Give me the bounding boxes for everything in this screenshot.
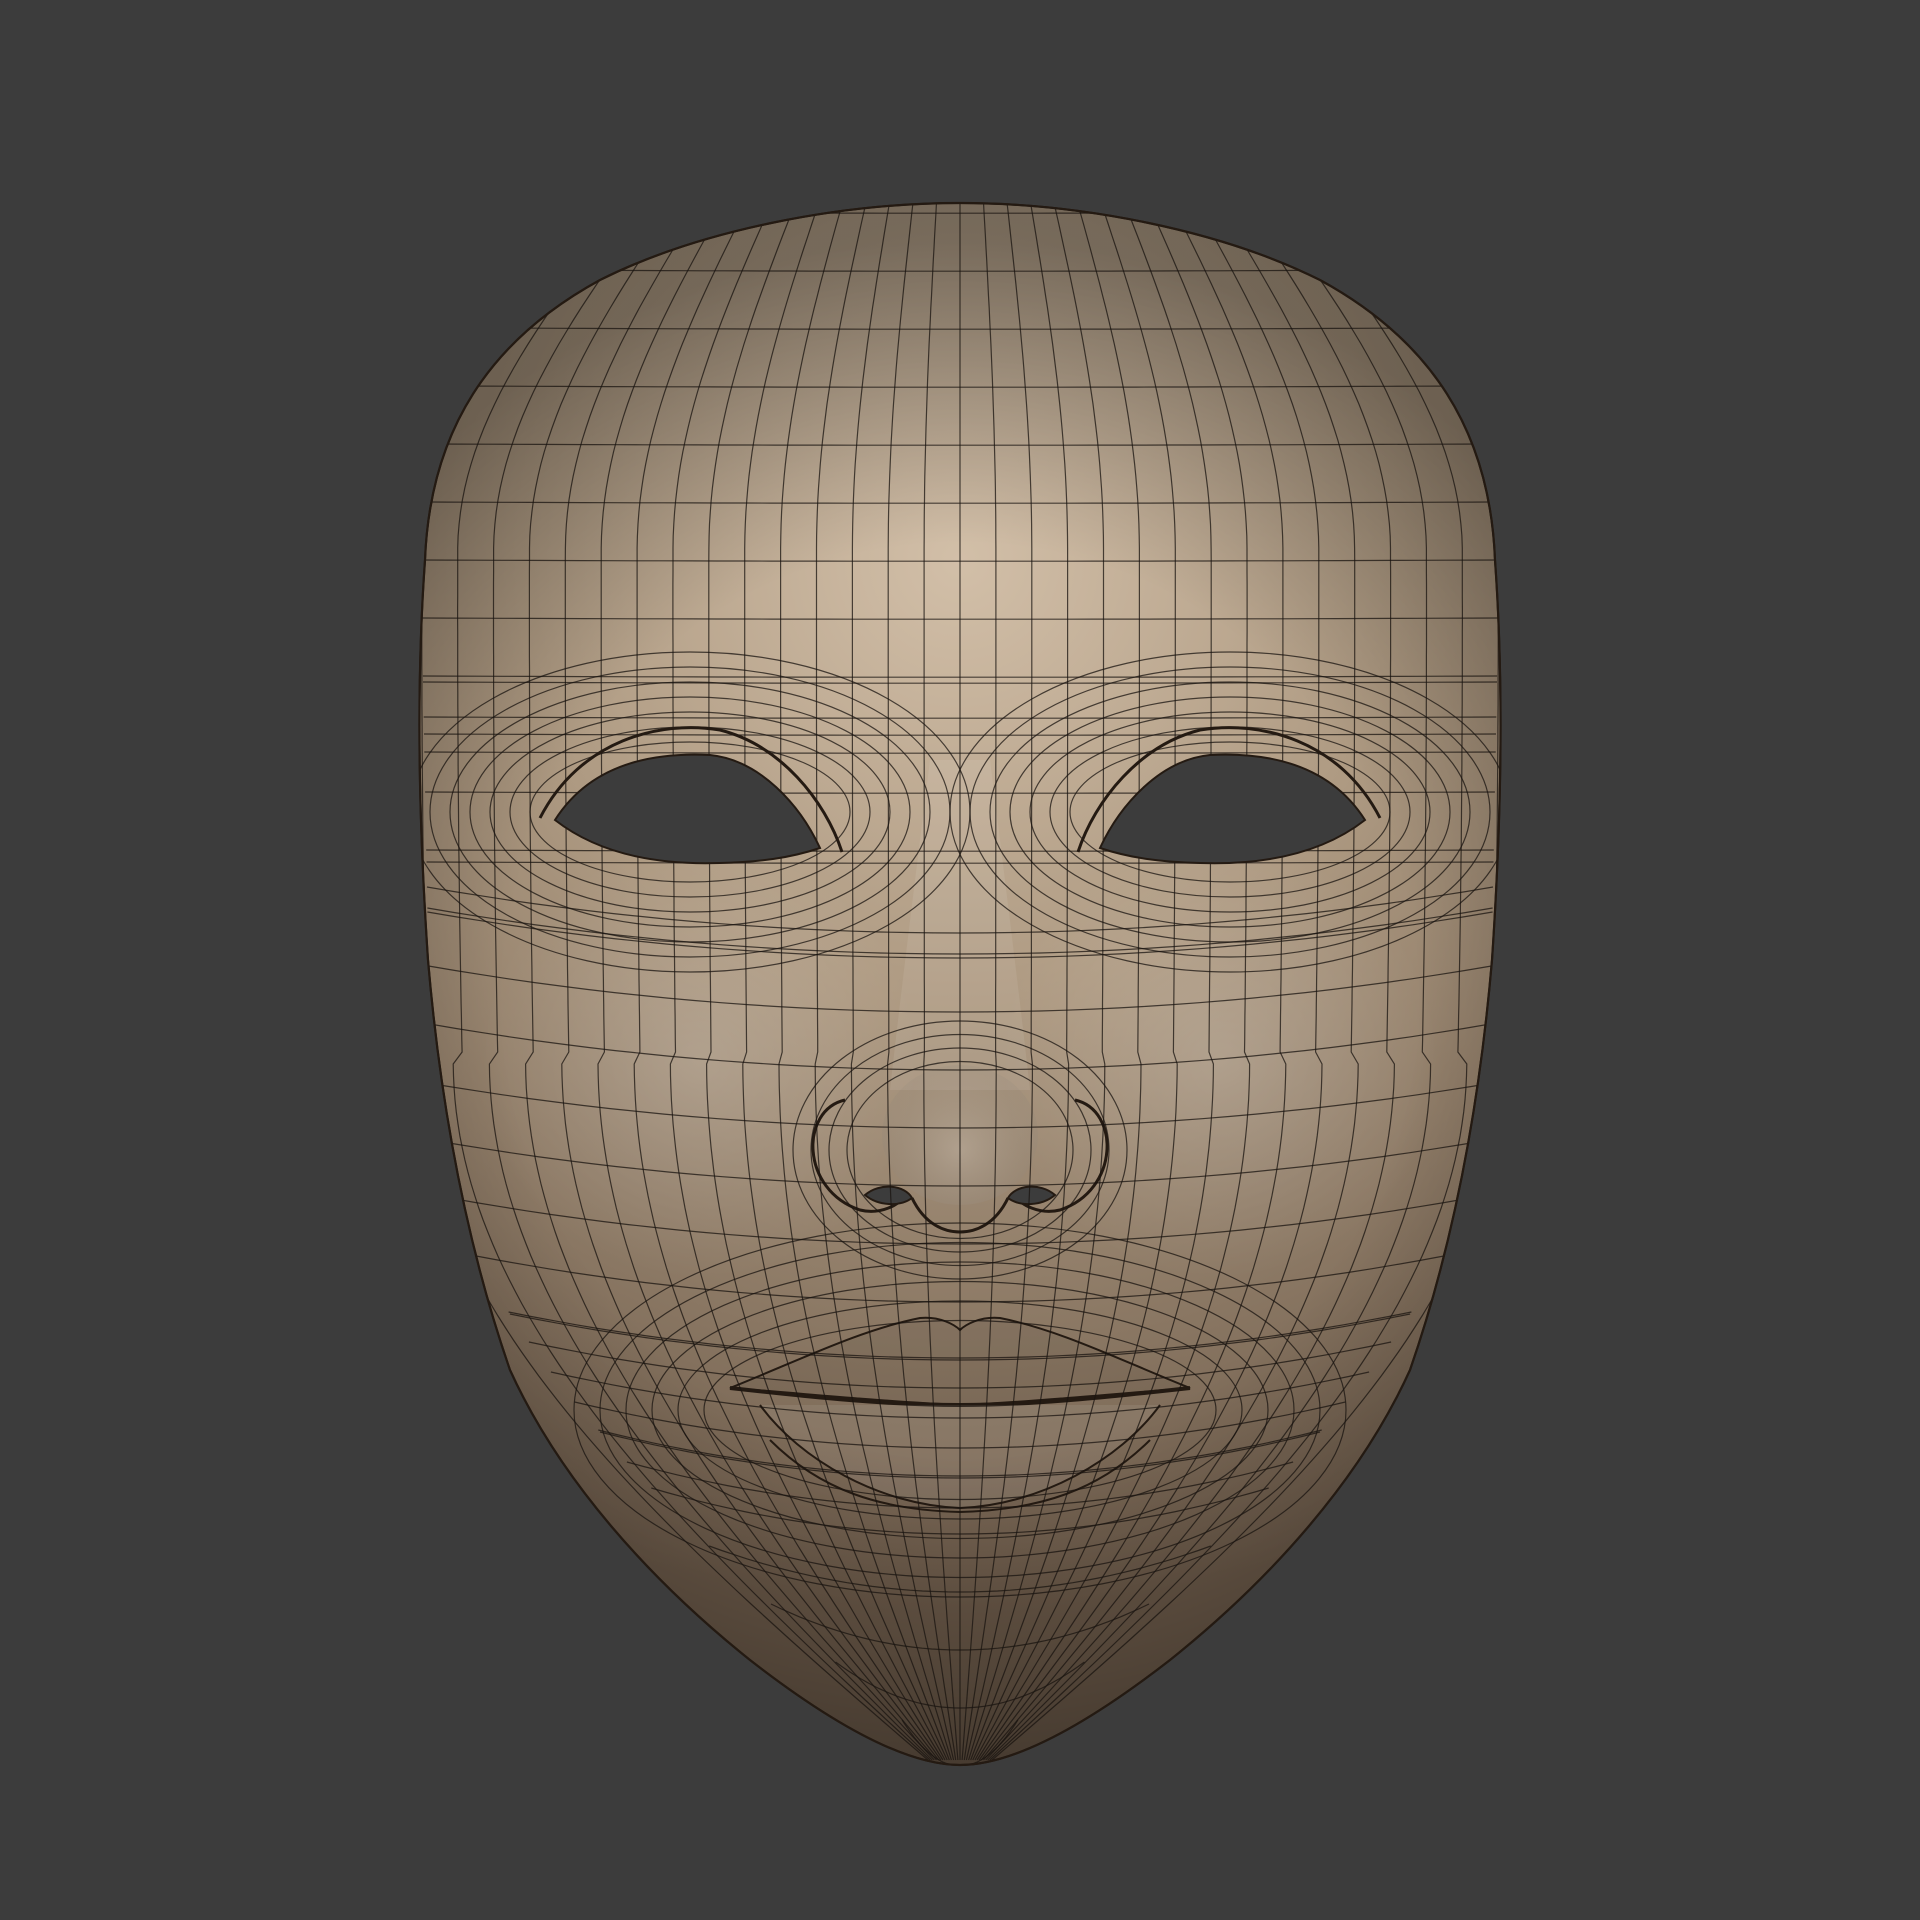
- face-mask-model[interactable]: [0, 0, 1920, 1920]
- viewport-canvas[interactable]: [0, 0, 1920, 1920]
- 3d-viewport[interactable]: [0, 0, 1920, 1920]
